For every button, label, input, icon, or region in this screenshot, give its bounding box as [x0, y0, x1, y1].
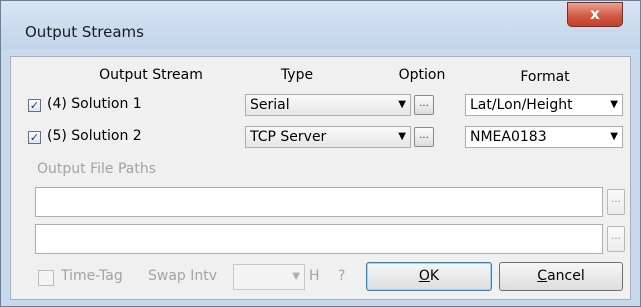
ok-button[interactable]: OK: [366, 262, 492, 291]
help-label: ?: [338, 268, 346, 284]
stream1-type-value: Serial: [250, 97, 290, 113]
time-tag-label: Time-Tag: [61, 268, 123, 284]
time-tag-checkbox[interactable]: [38, 270, 54, 286]
stream2-checkbox[interactable]: ✓: [28, 131, 41, 144]
header-output-stream: Output Stream: [99, 67, 203, 83]
hours-unit-label: H: [309, 268, 320, 284]
stream2-label: (5) Solution 2: [47, 128, 142, 144]
stream1-label: (4) Solution 1: [47, 96, 142, 112]
stream1-format-select[interactable]: Lat/Lon/Height ▼: [465, 94, 623, 116]
cancel-mnemonic: C: [537, 268, 548, 284]
title-bar[interactable]: Output Streams x: [1, 1, 640, 49]
stream2-format-select[interactable]: NMEA0183 ▼: [465, 126, 623, 148]
header-option: Option: [398, 67, 446, 83]
file-path-input-1[interactable]: [35, 187, 603, 217]
output-file-paths-label: Output File Paths: [37, 161, 157, 177]
stream1-option-button[interactable]: ...: [414, 95, 434, 115]
swap-interval-select[interactable]: ▼: [233, 264, 305, 290]
stream2-format-value: NMEA0183: [470, 129, 547, 145]
chevron-down-icon: ▼: [292, 271, 300, 282]
stream1-checkbox[interactable]: ✓: [28, 99, 41, 112]
stream2-option-button[interactable]: ...: [414, 127, 434, 147]
file-path-browse-button-2[interactable]: ...: [607, 226, 625, 252]
swap-interval-label: Swap Intv: [148, 268, 218, 284]
cancel-button[interactable]: Cancel: [499, 262, 623, 291]
chevron-down-icon: ▼: [398, 131, 406, 142]
window-title: Output Streams: [25, 23, 144, 41]
stream1-type-select[interactable]: Serial ▼: [245, 94, 411, 116]
chevron-down-icon: ▼: [398, 99, 406, 110]
dialog-body: Output Stream Type Option Format ✓ (4) S…: [10, 56, 631, 300]
file-path-browse-button-1[interactable]: ...: [607, 189, 625, 215]
close-button[interactable]: x: [567, 2, 623, 27]
file-path-input-2[interactable]: [35, 224, 603, 254]
close-icon: x: [590, 5, 600, 23]
stream2-type-select[interactable]: TCP Server ▼: [245, 126, 411, 148]
stream2-type-value: TCP Server: [250, 129, 327, 145]
ok-label-rest: K: [429, 268, 440, 284]
header-type: Type: [280, 67, 314, 83]
chevron-down-icon: ▼: [610, 99, 618, 110]
dialog-window: Output Streams x Output Stream Type Opti…: [0, 0, 641, 307]
header-format: Format: [520, 69, 570, 85]
chevron-down-icon: ▼: [610, 131, 618, 142]
cancel-label-rest: ancel: [547, 268, 585, 284]
ok-mnemonic: O: [418, 268, 430, 284]
stream1-format-value: Lat/Lon/Height: [470, 97, 573, 113]
